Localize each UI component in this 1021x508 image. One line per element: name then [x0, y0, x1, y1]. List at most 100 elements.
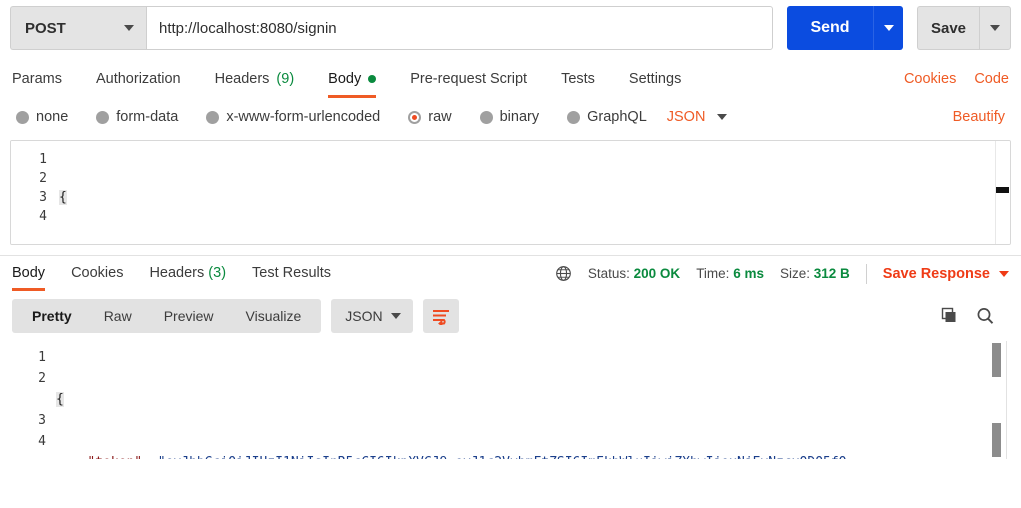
word-wrap-button[interactable]	[423, 299, 460, 333]
line-number: 1	[39, 152, 47, 167]
beautify-button[interactable]: Beautify	[953, 109, 1005, 125]
http-method-select[interactable]: POST	[10, 6, 146, 50]
request-editor-scrollbar[interactable]	[995, 141, 1010, 244]
tab-tests[interactable]: Tests	[561, 65, 595, 98]
divider	[865, 263, 867, 284]
json-value-token-part1: "eyJhbGciOiJIUzI1NiIsInR5cCI6IkpXVCJ9.ey…	[158, 455, 855, 459]
response-tab-test-results[interactable]: Test Results	[252, 257, 331, 291]
code-link[interactable]: Code	[974, 71, 1009, 87]
body-type-raw[interactable]: raw	[408, 109, 452, 125]
view-mode-visualize[interactable]: Visualize	[230, 299, 318, 333]
save-button[interactable]: Save	[917, 6, 979, 50]
line-number: 1	[38, 350, 46, 365]
chevron-down-icon	[990, 25, 1000, 31]
body-present-dot-icon	[368, 75, 377, 83]
tab-label: Tests	[561, 71, 595, 87]
radio-icon	[567, 110, 581, 124]
request-url-input[interactable]	[146, 6, 773, 50]
radio-icon	[96, 110, 110, 124]
code-line: "token": "eyJhbGciOiJIUzI1NiIsInR5cCI6Ik…	[56, 452, 1021, 459]
response-size: Size: 312 B	[780, 266, 850, 281]
tab-count: (9)	[276, 71, 295, 87]
radio-icon	[479, 110, 493, 124]
line-number: 3	[38, 413, 46, 428]
response-format-select[interactable]: JSON	[331, 299, 414, 333]
tab-label: Authorization	[95, 71, 181, 87]
save-button-group: Save	[917, 6, 1011, 50]
body-type-row: none form-data x-www-form-urlencoded raw…	[0, 98, 1021, 136]
raw-format-select[interactable]: JSON	[667, 109, 728, 125]
search-button[interactable]	[975, 306, 995, 326]
view-mode-raw[interactable]: Raw	[88, 299, 148, 333]
postman-request-response-pane: POST Send Save Params Authorization Head…	[0, 0, 1021, 508]
tab-label: Cookies	[71, 264, 124, 281]
body-type-urlencoded[interactable]: x-www-form-urlencoded	[206, 109, 380, 125]
response-tab-body[interactable]: Body	[12, 257, 46, 291]
response-scrollbar[interactable]	[992, 341, 1007, 459]
search-icon	[977, 308, 994, 324]
tab-body[interactable]: Body	[328, 65, 377, 98]
tab-label: Headers	[214, 71, 270, 87]
line-number: 3	[39, 190, 47, 205]
word-wrap-icon	[433, 310, 450, 325]
response-body-viewer[interactable]: 1 2 3 4 { "token": "eyJhbGciOiJIUzI1NiIs…	[0, 341, 1021, 459]
send-button[interactable]: Send	[787, 6, 873, 50]
size-label: Size:	[779, 266, 810, 281]
body-type-binary[interactable]: binary	[479, 109, 540, 125]
request-editor-scroll-thumb[interactable]	[996, 187, 1009, 193]
save-options-button[interactable]	[979, 6, 1011, 50]
request-code-text[interactable]: { "username": "admin", "password": "fCRm…	[55, 141, 1010, 244]
copy-icon	[941, 307, 956, 322]
colon: :	[142, 455, 158, 459]
request-code-area: 1 2 3 4 { "username": "admin", "password…	[11, 141, 1010, 244]
body-type-none[interactable]: none	[16, 109, 68, 125]
response-tab-headers[interactable]: Headers (3)	[149, 257, 226, 291]
body-type-form-data[interactable]: form-data	[96, 109, 178, 125]
tab-authorization[interactable]: Authorization	[96, 65, 181, 98]
view-mode-pretty[interactable]: Pretty	[16, 299, 88, 333]
tab-label: Body	[12, 264, 46, 281]
tab-settings[interactable]: Settings	[629, 65, 681, 98]
response-scroll-thumb-top[interactable]	[992, 343, 1001, 377]
response-tab-cookies[interactable]: Cookies	[71, 257, 123, 291]
send-options-button[interactable]	[873, 6, 903, 50]
body-type-label: GraphQL	[587, 109, 647, 125]
radio-icon	[16, 110, 29, 124]
tab-label: Pre-request Script	[410, 71, 528, 87]
code-line: {	[55, 188, 1010, 207]
tab-params[interactable]: Params	[12, 65, 62, 98]
time-value: 6 ms	[733, 266, 764, 281]
response-view-mode-group: Pretty Raw Preview Visualize	[12, 299, 322, 333]
tab-label: Headers	[149, 264, 205, 281]
response-scroll-thumb-bottom[interactable]	[992, 423, 1001, 457]
request-body-editor[interactable]: 1 2 3 4 { "username": "admin", "password…	[10, 140, 1011, 245]
response-meta-group: Status: 200 OK Time: 6 ms Size: 312 B Sa…	[555, 263, 1009, 284]
save-response-label: Save Response	[882, 265, 990, 282]
chevron-down-icon	[999, 270, 1009, 277]
chevron-down-icon	[124, 25, 134, 31]
tab-label: Body	[328, 71, 362, 87]
line-number: 2	[39, 171, 47, 186]
tab-pre-request-script[interactable]: Pre-request Script	[410, 65, 527, 98]
cookies-link[interactable]: Cookies	[904, 71, 956, 87]
tab-label: Test Results	[252, 264, 332, 281]
copy-button[interactable]	[939, 306, 959, 326]
radio-icon	[206, 110, 220, 124]
view-mode-preview[interactable]: Preview	[148, 299, 230, 333]
response-line-numbers: 1 2 3 4	[0, 341, 56, 459]
raw-format-value: JSON	[666, 109, 706, 125]
body-type-label: binary	[499, 109, 540, 125]
status-value: 200 OK	[633, 266, 681, 281]
request-line-numbers: 1 2 3 4	[11, 141, 55, 244]
body-type-label: none	[36, 109, 69, 125]
time-label: Time:	[696, 266, 730, 281]
chevron-down-icon	[883, 25, 894, 31]
save-response-button[interactable]: Save Response	[883, 266, 1009, 282]
body-type-graphql[interactable]: GraphQL	[567, 109, 647, 125]
response-status: Status: 200 OK	[588, 266, 680, 281]
open-brace: {	[59, 190, 67, 205]
tab-headers[interactable]: Headers (9)	[215, 65, 295, 98]
body-type-label: x-www-form-urlencoded	[226, 109, 381, 125]
line-number: 4	[39, 209, 47, 224]
